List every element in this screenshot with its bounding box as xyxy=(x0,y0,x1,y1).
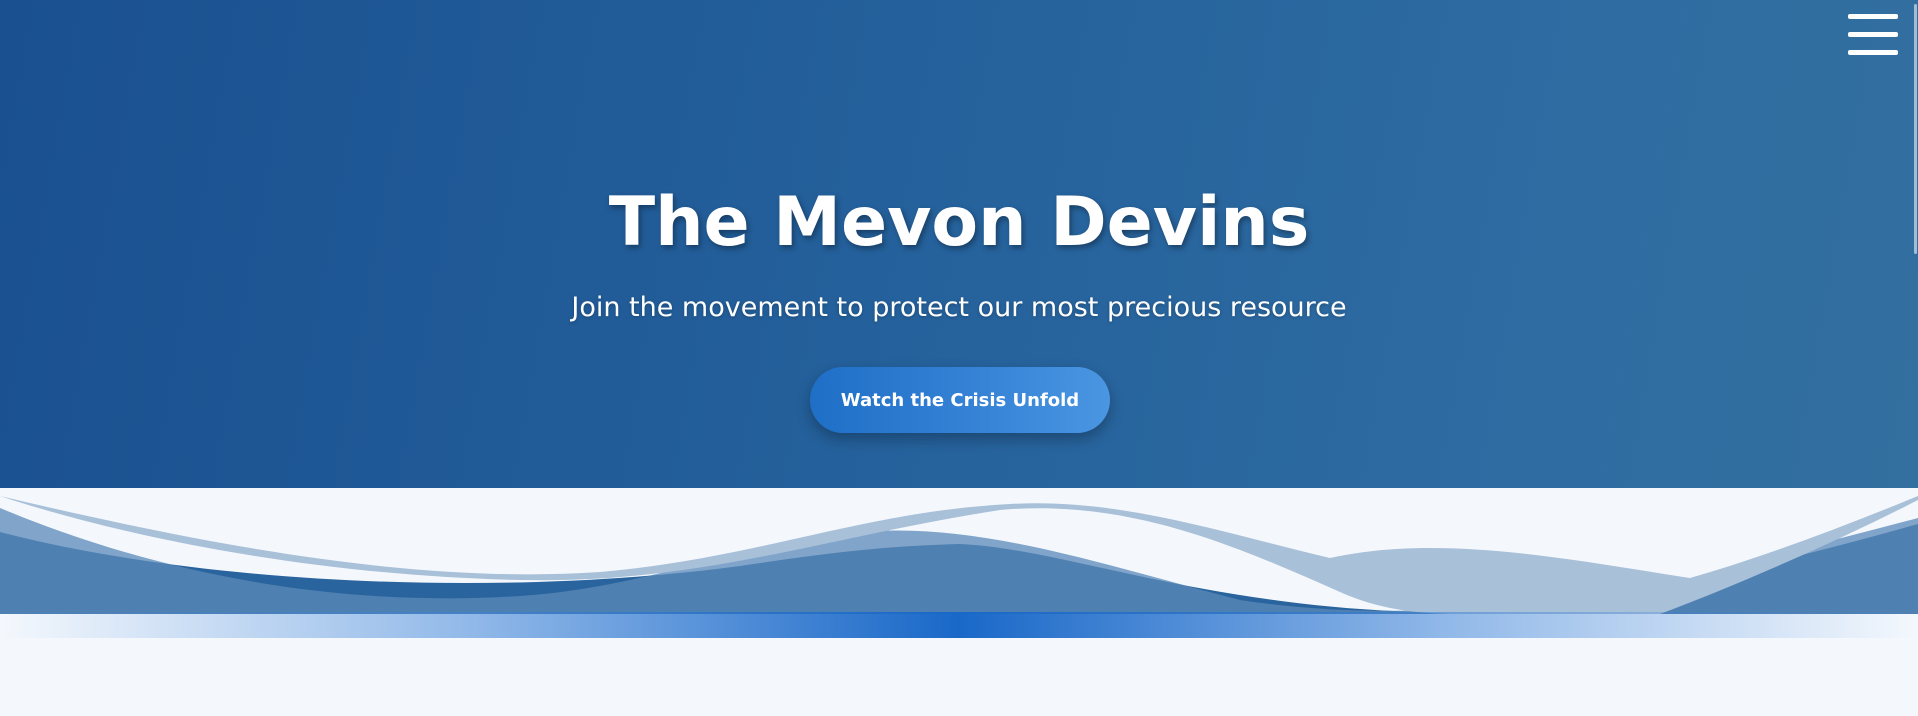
scrollbar-thumb[interactable] xyxy=(1914,4,1917,254)
wave-decoration xyxy=(0,488,1918,614)
page: The Mevon Devins Join the movement to pr… xyxy=(0,0,1918,716)
accent-gradient-strip xyxy=(0,612,1918,638)
watch-crisis-button[interactable]: Watch the Crisis Unfold xyxy=(810,367,1110,433)
hamburger-menu-icon xyxy=(1848,14,1898,19)
hamburger-menu-icon-bar xyxy=(1848,32,1898,37)
menu-button[interactable] xyxy=(1846,14,1900,58)
hero-title: The Mevon Devins xyxy=(608,183,1310,262)
hamburger-menu-icon-bar xyxy=(1848,50,1898,55)
hero-section: The Mevon Devins Join the movement to pr… xyxy=(0,0,1918,488)
hero-subtitle: Join the movement to protect our most pr… xyxy=(571,292,1347,323)
content-area xyxy=(0,638,1918,716)
